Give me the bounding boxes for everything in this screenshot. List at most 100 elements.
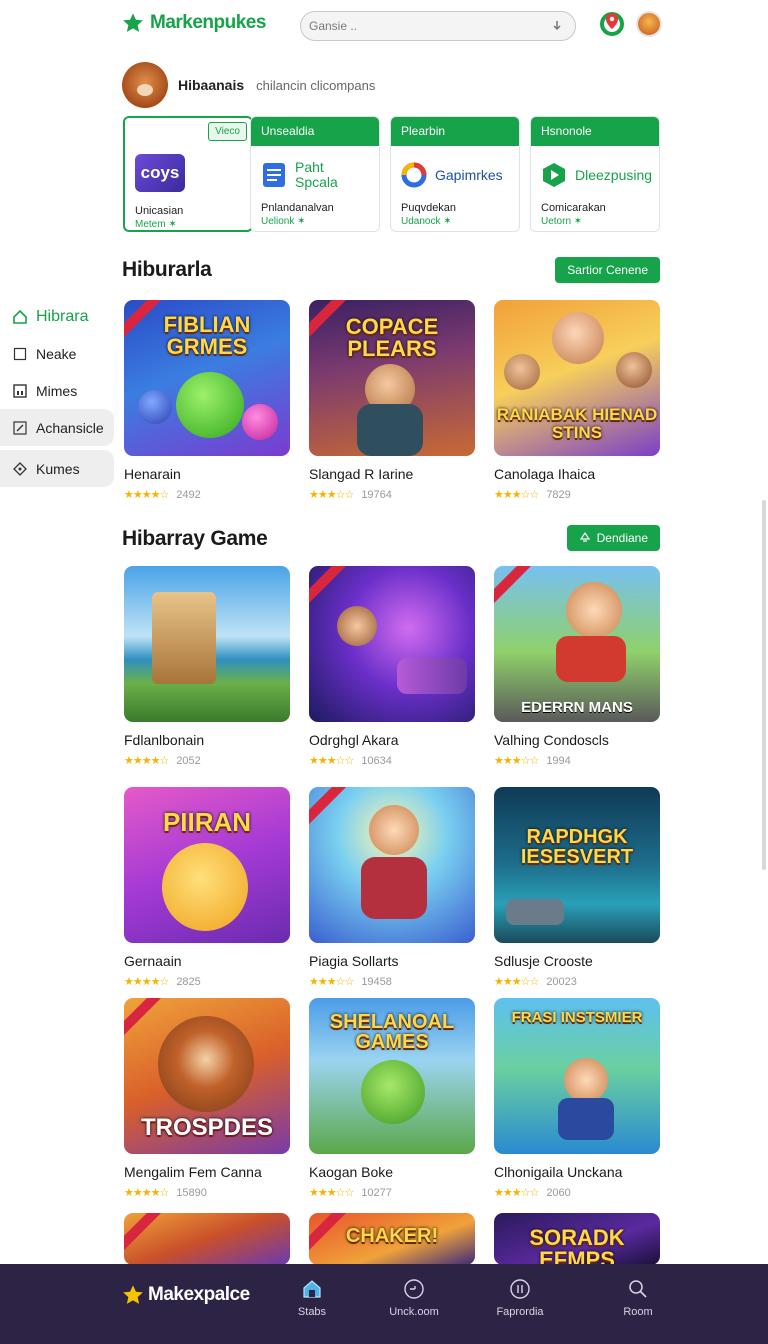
game-name: Mengalim Fem Canna (124, 1164, 262, 1180)
promo-title: Paht Spcala (295, 160, 369, 190)
game-tile[interactable]: COPACE PLEARS Slangad R Iarine ★★★☆☆ 1976… (309, 300, 475, 501)
rating-count: 10277 (361, 1186, 392, 1199)
promo-title: Dleezpusing (575, 166, 653, 183)
diamond-icon (13, 461, 27, 476)
promo-icon-text: coys (140, 163, 180, 182)
game-art-title: EDERRN MANS (521, 699, 633, 716)
promo-card-1[interactable]: Vieco coys Unicasian Metem ✶ (123, 116, 253, 232)
game-name: Odrghgl Akara (309, 732, 399, 748)
game-name: Kaogan Boke (309, 1164, 394, 1180)
game-name: Piagia Sollarts (309, 953, 399, 969)
rating-stars: ★★★★☆ (124, 1187, 169, 1199)
game-tile[interactable]: TROSPDES Mengalim Fem Canna ★★★★☆ 15890 (124, 998, 290, 1199)
art-figure (397, 658, 467, 694)
section-action-button[interactable]: Dendiane (566, 525, 660, 551)
promo-line1: Unicasian (135, 205, 184, 217)
art-figure (152, 592, 216, 684)
art-figure (616, 352, 652, 388)
game-tile[interactable]: SORADK EFMPS (494, 1213, 660, 1265)
art-figure (138, 390, 172, 424)
maps-pin-icon[interactable] (598, 10, 626, 38)
promo-badge: Vieco (208, 122, 247, 141)
promo-title-text: Paht Spcala (295, 159, 338, 190)
sidebar-item-achansicle[interactable]: Achansicle (0, 409, 114, 446)
game-tile[interactable] (124, 1213, 290, 1265)
art-figure (337, 606, 377, 646)
game-tile[interactable]: FIBLIAN GRMES Henarain ★★★★☆ 2492 (124, 300, 290, 501)
sidebar-item-home[interactable]: Hibrara (0, 298, 114, 335)
rating-stars: ★★★☆☆ (494, 976, 539, 988)
bottom-nav: Makexpalce Stabs Unck.oom Faprordia Room (0, 1264, 768, 1344)
game-art: TROSPDES (124, 998, 290, 1154)
game-tile[interactable]: FRASI INSTSMIER Clhonigaila Unckana ★★★☆… (494, 998, 660, 1199)
art-figure (556, 636, 626, 682)
game-tile[interactable]: SHELANOAL GAMES Kaogan Boke ★★★☆☆ 10277 (309, 998, 475, 1199)
search-input[interactable]: Gansie .. (309, 19, 551, 33)
sidebar-item-neake[interactable]: Neake (0, 335, 114, 372)
app-icon-purple: coys (135, 154, 185, 192)
sidebar-item-mimes[interactable]: Mimes (0, 372, 114, 409)
game-tile[interactable]: RAPDHGK IESESVERT Sdlusje Crooste ★★★☆☆ 2… (494, 787, 660, 988)
mic-icon[interactable] (551, 20, 563, 32)
promo-head: Plearbin (391, 117, 519, 146)
game-tile[interactable]: PIIRAN Gernaain ★★★★☆ 2825 (124, 787, 290, 988)
game-name: Clhonigaila Unckana (494, 1164, 623, 1180)
rating-stars: ★★★☆☆ (309, 976, 354, 988)
game-name: Canolaga Ihaica (494, 466, 596, 482)
promo-line2: Metem ✶ (135, 219, 177, 230)
section-action-button[interactable]: Sartior Cenene (555, 257, 660, 283)
sidebar-item-label: Neake (36, 345, 77, 362)
game-tile[interactable]: EDERRN MANS Valhing Condoscls ★★★☆☆ 1994 (494, 566, 660, 767)
promo-card-3[interactable]: Plearbin Gapimrkes Puqvdekan Udanock ✶ (390, 116, 520, 232)
game-tile[interactable]: Fdlanlbonain ★★★★☆ 2052 (124, 566, 290, 767)
promo-line2: Udanock ✶ (401, 216, 452, 227)
bottom-nav-item-faprordia[interactable]: Faprordia (480, 1278, 560, 1318)
game-art: SORADK EFMPS (494, 1213, 660, 1265)
account-row: Hibaanais chilancin clicompans (122, 60, 375, 110)
rating-stars: ★★★★☆ (124, 755, 169, 767)
search-icon (629, 1280, 647, 1298)
game-tile[interactable]: Piagia Sollarts ★★★☆☆ 19458 (309, 787, 475, 988)
rating-count: 2492 (176, 488, 201, 501)
game-art-title: SHELANOAL GAMES (329, 1011, 455, 1053)
game-tile[interactable]: CHAKER! (309, 1213, 475, 1265)
art-figure (158, 1016, 254, 1112)
game-art: FRASI INSTSMIER (494, 998, 660, 1154)
art-figure (504, 354, 540, 390)
art-figure (369, 805, 419, 855)
promo-line2: Uelionk ✶ (261, 216, 306, 227)
game-tile[interactable]: RANIABAK HIENAD STINS Canolaga Ihaica ★★… (494, 300, 660, 501)
art-figure (176, 372, 244, 438)
promo-card-4[interactable]: Hsnonole Dleezpusing Comicarakan Uetorn … (530, 116, 660, 232)
rating-count: 7829 (546, 488, 571, 501)
promo-line1: Puqvdekan (401, 202, 457, 214)
sidebar-item-kumes[interactable]: Kumes (0, 450, 114, 487)
scrollbar[interactable] (762, 500, 766, 870)
ribbon (309, 566, 353, 610)
brand-logo[interactable]: Markenpukes (122, 12, 266, 34)
rating-stars: ★★★☆☆ (494, 489, 539, 501)
game-name: Valhing Condoscls (494, 732, 609, 748)
bottom-nav-item-stabs[interactable]: Stabs (272, 1278, 352, 1318)
game-art: RANIABAK HIENAD STINS (494, 300, 660, 456)
account-avatar[interactable] (122, 62, 168, 108)
edit-icon (13, 420, 27, 435)
bottom-brand[interactable]: Makexpalce (122, 1284, 250, 1306)
game-art (309, 566, 475, 722)
sidebar-item-label: Kumes (36, 460, 80, 477)
search-bar[interactable]: Gansie .. (300, 11, 576, 41)
rating-count: 1994 (546, 754, 571, 767)
art-figure (564, 1058, 608, 1102)
bottom-nav-item-unckoom[interactable]: Unck.oom (374, 1278, 454, 1318)
game-art: EDERRN MANS (494, 566, 660, 722)
user-avatar[interactable] (636, 11, 662, 37)
game-tile[interactable]: Odrghgl Akara ★★★☆☆ 10634 (309, 566, 475, 767)
rating-count: 19458 (361, 975, 392, 988)
bottom-nav-label: Stabs (297, 1306, 327, 1318)
game-art: SHELANOAL GAMES (309, 998, 475, 1154)
bottom-nav-item-room[interactable]: Room (598, 1278, 678, 1318)
promo-title: Gapimrkes (435, 166, 503, 183)
promo-card-2[interactable]: Unsealdia Paht Spcala Pnlandanalvan Ueli… (250, 116, 380, 232)
game-art-title: COPACE PLEARS (345, 314, 439, 361)
section-action-label: Dendiane (596, 531, 648, 545)
